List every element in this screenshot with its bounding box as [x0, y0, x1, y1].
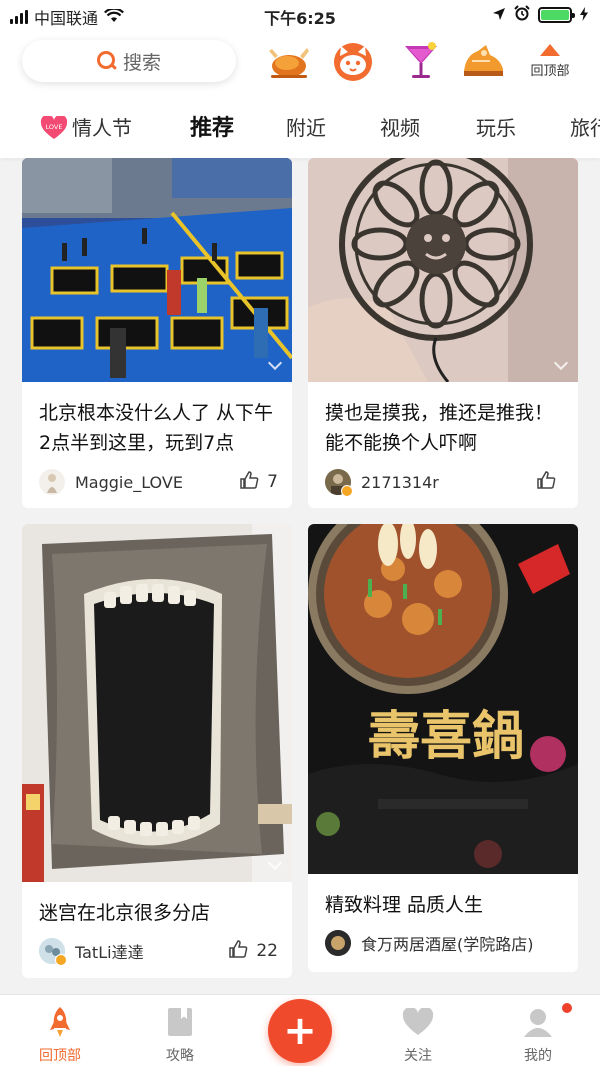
hotpot-poster: 壽喜鍋 — [308, 524, 578, 874]
nav-following[interactable]: 关注 — [378, 1005, 458, 1065]
card-title: 迷宫在北京很多分店 — [39, 902, 211, 924]
svg-text:LOVE: LOVE — [46, 123, 63, 131]
card-title: 北京根本没什么人了 从下午2点半到这里，玩到7点 — [39, 402, 274, 454]
like-button[interactable] — [536, 470, 564, 495]
tab-video[interactable]: 视频 — [380, 112, 420, 141]
search-label: 搜索 — [122, 51, 161, 74]
battery-icon — [538, 7, 575, 23]
back-to-top-label: 回顶部 — [530, 64, 570, 79]
card-meta: 食万两居酒屋(学院路店) — [325, 928, 564, 958]
search-icon — [96, 51, 117, 71]
tab-label: 视频 — [380, 116, 420, 140]
nav-profile[interactable]: 我的 — [498, 1003, 578, 1065]
like-button[interactable]: 22 — [228, 939, 278, 964]
location-arrow-icon — [492, 6, 506, 25]
card-title: 精致料理 品质人生 — [325, 894, 484, 916]
plus-icon: + — [283, 1008, 317, 1054]
thumbs-up-icon — [239, 470, 259, 495]
nav-label: 回顶部 — [39, 1048, 81, 1064]
cocktail-icon[interactable] — [398, 40, 444, 82]
giant-mouth-entrance-photo — [22, 524, 292, 882]
love-heart-icon: LOVE — [40, 114, 68, 140]
nav-label: 关注 — [404, 1048, 432, 1064]
charging-bolt-icon — [580, 6, 588, 25]
trampoline-park-photo — [22, 158, 292, 382]
like-count: 7 — [267, 472, 278, 492]
tab-label: 推荐 — [190, 116, 235, 141]
username[interactable]: Maggie_LOVE — [75, 473, 183, 492]
username[interactable]: TatLi達達 — [75, 939, 144, 963]
shoe-icon[interactable] — [460, 40, 506, 82]
nav-back-to-top[interactable]: 回顶部 — [20, 1005, 100, 1065]
tab-nearby[interactable]: 附近 — [286, 112, 326, 141]
alarm-icon — [514, 5, 530, 25]
tab-label: 旅行 — [570, 116, 600, 140]
status-bar: 中国联通 下午6:25 — [0, 0, 600, 30]
feed-card[interactable]: 壽喜鍋 精致料理 品质人生 食万两居酒屋(学院路店) — [308, 524, 578, 972]
add-post-button[interactable]: + — [268, 999, 332, 1063]
verified-badge-icon — [55, 954, 67, 966]
username[interactable]: 食万两居酒屋(学院路店) — [361, 931, 534, 955]
thumbs-up-icon — [536, 470, 556, 495]
avatar[interactable] — [325, 469, 353, 497]
svg-text:壽喜鍋: 壽喜鍋 — [368, 706, 524, 767]
notification-dot — [562, 1003, 572, 1013]
nav-guides[interactable]: 攻略 — [140, 1005, 220, 1065]
sunflower-metal-medallion-photo — [308, 158, 578, 382]
nav-label: 我的 — [524, 1048, 552, 1064]
tab-label: 情人节 — [72, 116, 132, 140]
up-triangle-icon — [540, 44, 560, 56]
card-meta: Maggie_LOVE 7 — [39, 467, 278, 497]
username[interactable]: 2171314r — [361, 473, 439, 492]
bottom-navigation: 回顶部 攻略 + 关注 我的 — [0, 994, 600, 1066]
heart-icon — [378, 1005, 458, 1039]
card-title: 摸也是摸我，推还是推我！能不能换个人吓啊 — [325, 402, 554, 454]
bookmark-book-icon — [140, 1005, 220, 1039]
user-icon — [498, 1003, 578, 1039]
tab-travel[interactable]: 旅行 — [570, 112, 600, 141]
avatar[interactable] — [325, 930, 351, 956]
like-count: 22 — [256, 941, 278, 961]
tab-label: 附近 — [286, 116, 326, 140]
nav-label: 攻略 — [166, 1048, 194, 1064]
like-button[interactable]: 7 — [239, 470, 278, 495]
tab-label: 玩乐 — [476, 116, 516, 140]
rocket-icon — [20, 1005, 100, 1039]
thumbs-up-icon — [228, 939, 248, 964]
feed-card[interactable]: 北京根本没什么人了 从下午2点半到这里，玩到7点 Maggie_LOVE 7 — [22, 158, 292, 508]
card-meta: TatLi達達 22 — [39, 936, 278, 966]
feed-card[interactable]: 摸也是摸我，推还是推我！能不能换个人吓啊 2171314r — [308, 158, 578, 508]
cat-face-icon[interactable] — [330, 40, 376, 82]
tab-valentines[interactable]: LOVE 情人节 — [40, 112, 132, 141]
roast-chicken-icon[interactable] — [266, 40, 312, 82]
tab-fun[interactable]: 玩乐 — [476, 112, 516, 141]
avatar[interactable] — [39, 469, 65, 495]
top-header: 搜索 回顶部 — [0, 30, 600, 92]
verified-badge-icon — [341, 485, 353, 497]
search-bar[interactable]: 搜索 — [22, 40, 236, 82]
tab-recommended[interactable]: 推荐 — [190, 110, 235, 144]
card-meta: 2171314r — [325, 467, 564, 497]
feed-card[interactable]: 迷宫在北京很多分店 TatLi達達 22 — [22, 524, 292, 978]
avatar[interactable] — [39, 938, 67, 966]
back-to-top-button[interactable]: 回顶部 — [522, 44, 578, 79]
category-tabs: LOVE 情人节 推荐 附近 视频 玩乐 旅行 — [0, 92, 600, 158]
